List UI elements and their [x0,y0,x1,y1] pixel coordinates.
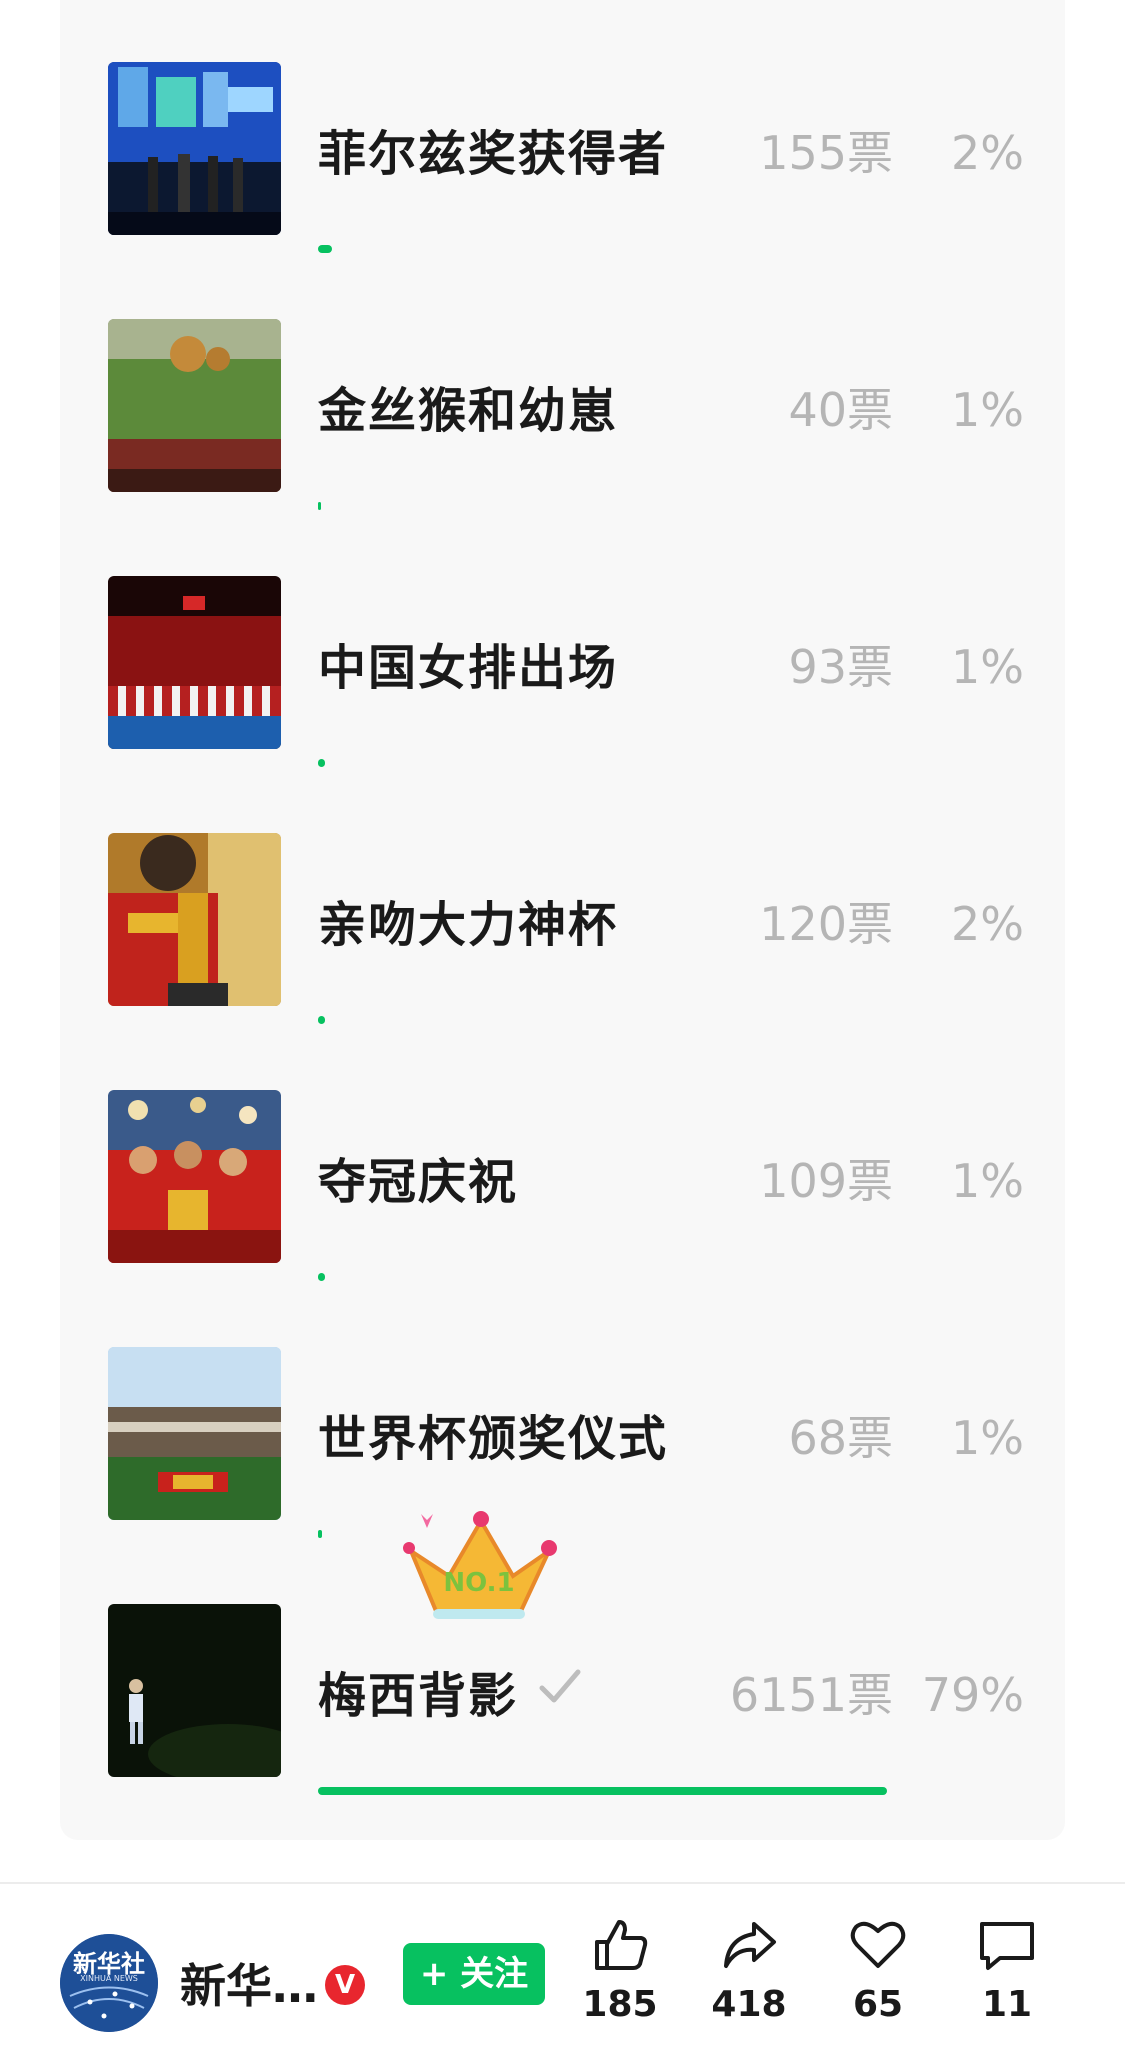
option-image [108,1604,281,1777]
account-name[interactable]: 新华… [180,1950,318,2016]
poll-option[interactable]: 金丝猴和幼崽 40票 1% [108,319,1024,559]
vote-progress-fill [318,759,326,767]
comment-icon [980,1922,1034,1970]
verified-badge: V [325,1965,365,2005]
comment-button[interactable]: 11 [952,1914,1062,2054]
like-button[interactable]: 185 [565,1914,675,2054]
option-image [108,576,281,749]
vote-progress-bar [318,759,1038,767]
option-label: 梅西背影 [318,1668,519,1724]
vote-progress-fill [318,1016,326,1024]
vote-progress-bar [318,1273,1038,1281]
author-action-bar: 新华社 XINHUA NEWS 新华… V + 关注 185 418 65 11 [0,1882,1125,2063]
like-count: 185 [582,1984,658,2025]
vote-progress-fill [318,502,321,510]
share-button[interactable]: 418 [694,1914,804,2054]
poll-option[interactable]: 夺冠庆祝 109票 1% [108,1090,1024,1330]
share-count: 418 [711,1984,787,2025]
vote-progress-fill [318,1530,322,1538]
vote-progress-fill [318,245,333,253]
option-image [108,833,281,1006]
option-vote-count: 109票 1% [759,1154,1024,1208]
share-icon [724,1922,776,1968]
poll-card: 菲尔兹奖获得者 155票 2% 金丝猴和幼崽 40票 1% 中国女排出场 93票… [60,0,1065,1840]
option-image [108,319,281,492]
vote-progress-bar [318,502,1038,510]
option-vote-count: 155票 2% [759,126,1024,180]
crown-badge-text: NO.1 [443,1568,514,1598]
poll-option[interactable]: 世界杯颁奖仪式 68票 1% [108,1347,1024,1587]
poll-option[interactable]: 亲吻大力神杯 120票 2% [108,833,1024,1073]
vote-progress-bar [318,1787,1038,1795]
vote-progress-fill [318,1787,887,1795]
option-label: 金丝猴和幼崽 [318,383,619,439]
option-image [108,1347,281,1520]
poll-option[interactable]: 中国女排出场 93票 1% [108,576,1024,816]
poll-option-selected[interactable]: NO.1 梅西背影 6151票 79% [108,1511,1024,1844]
favorite-button[interactable]: 65 [823,1914,933,2054]
option-label: 夺冠庆祝 [318,1154,519,1210]
poll-option[interactable]: 菲尔兹奖获得者 155票 2% [108,62,1024,302]
vote-progress-fill [318,1273,326,1281]
option-vote-count: 120票 2% [759,897,1024,951]
option-label: 亲吻大力神杯 [318,897,619,953]
option-label: 中国女排出场 [318,640,619,696]
option-vote-count: 6151票 79% [729,1668,1024,1722]
option-image [108,1090,281,1263]
option-label: 菲尔兹奖获得者 [318,126,669,182]
option-image [108,62,281,235]
avatar[interactable]: 新华社 XINHUA NEWS [60,1934,158,2032]
thumbs-up-icon [595,1920,648,1970]
option-vote-count: 40票 1% [788,383,1024,437]
crown-badge: NO.1 [403,1511,557,1619]
option-vote-count: 93票 1% [788,640,1024,694]
comment-count: 11 [981,1984,1033,2025]
vote-progress-bar [318,1016,1038,1024]
checkmark-icon [539,1669,581,1703]
heart-icon [850,1921,906,1968]
option-label: 世界杯颁奖仪式 [318,1411,669,1467]
follow-button[interactable]: + 关注 [403,1943,545,2005]
vote-progress-bar [318,245,1038,253]
favorite-count: 65 [852,1984,904,2025]
avatar-logo-sub: XINHUA NEWS [80,1974,138,1983]
option-vote-count: 68票 1% [788,1411,1024,1465]
